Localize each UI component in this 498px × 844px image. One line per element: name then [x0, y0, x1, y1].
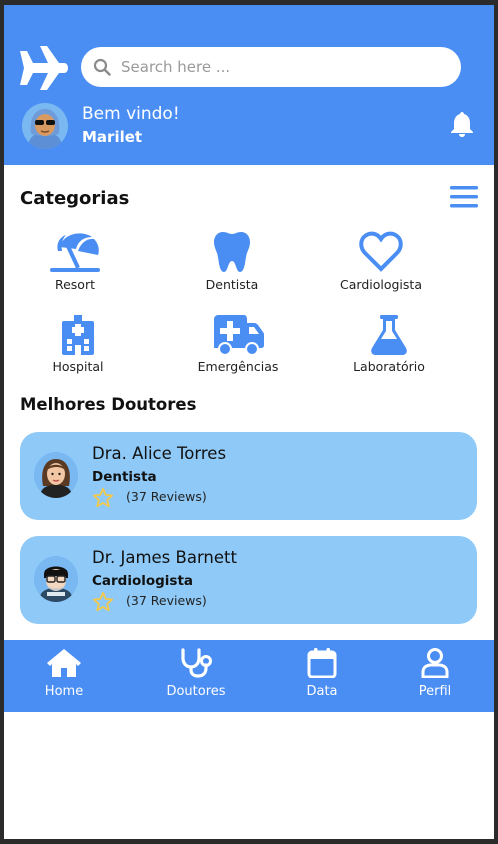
category-cardiologista[interactable]: Cardiologista: [321, 231, 441, 292]
nav-label: Data: [306, 684, 338, 699]
header: Bem vindo! Marilet: [4, 5, 494, 165]
category-label: Hospital: [52, 359, 104, 374]
category-label: Laboratório: [353, 359, 425, 374]
category-resort[interactable]: Resort: [15, 231, 135, 292]
user-name: Marilet: [82, 128, 143, 146]
categories-title: Categorias: [20, 188, 130, 209]
nav-label: Perfil: [418, 684, 452, 699]
doctor-specialty: Dentista: [92, 469, 157, 485]
doctor-reviews: (37 Reviews): [126, 489, 207, 504]
category-dentista[interactable]: Dentista: [172, 231, 292, 292]
user-avatar[interactable]: [22, 103, 68, 149]
category-laboratorio[interactable]: Laboratório: [329, 315, 449, 374]
stethoscope-icon: [181, 648, 212, 678]
flask-icon: [371, 315, 407, 355]
category-label: Emergências: [197, 359, 279, 374]
category-emergencias[interactable]: Emergências: [178, 315, 298, 374]
nav-label: Doutores: [166, 684, 226, 699]
doctor-name: Dr. James Barnett: [92, 548, 237, 567]
airplane-icon[interactable]: [18, 45, 68, 91]
star-icon[interactable]: [92, 591, 114, 613]
category-hospital[interactable]: Hospital: [18, 315, 138, 374]
doctor-reviews: (37 Reviews): [126, 593, 207, 608]
doctor-card[interactable]: Dra. Alice Torres Dentista (37 Reviews): [20, 432, 477, 520]
calendar-icon: [307, 648, 337, 678]
doctor-card[interactable]: Dr. James Barnett Cardiologista (37 Revi…: [20, 536, 477, 624]
best-doctors-title: Melhores Doutores: [20, 395, 197, 414]
hospital-icon: [62, 315, 94, 355]
nav-item-perfil[interactable]: Perfil: [390, 648, 480, 699]
category-label: Cardiologista: [340, 277, 422, 292]
menu-icon[interactable]: [450, 185, 478, 209]
bottom-nav: Home Doutores Data Perfil: [4, 640, 494, 712]
search-input[interactable]: [121, 58, 421, 76]
doctor-avatar: [34, 556, 78, 602]
doctor-name: Dra. Alice Torres: [92, 444, 227, 463]
nav-label: Home: [44, 684, 84, 699]
doctor-specialty: Cardiologista: [92, 573, 194, 589]
ambulance-icon: [214, 315, 264, 355]
nav-item-home[interactable]: Home: [19, 648, 109, 699]
app-screen: Bem vindo! Marilet Categorias Resort Den…: [4, 5, 494, 839]
umbrella-beach-icon: [50, 233, 100, 272]
category-label: Resort: [54, 277, 95, 292]
heart-icon: [359, 231, 403, 272]
nav-item-data[interactable]: Data: [277, 648, 367, 699]
search-bar[interactable]: [81, 47, 461, 87]
category-label: Dentista: [205, 277, 259, 292]
star-icon[interactable]: [92, 487, 114, 509]
bell-icon[interactable]: [450, 111, 474, 137]
user-icon: [421, 648, 449, 678]
search-icon: [93, 58, 111, 76]
doctor-avatar: [34, 452, 78, 498]
nav-item-doutores[interactable]: Doutores: [151, 648, 241, 699]
tooth-icon: [214, 232, 250, 272]
home-icon: [47, 649, 81, 677]
welcome-text: Bem vindo!: [82, 104, 180, 124]
